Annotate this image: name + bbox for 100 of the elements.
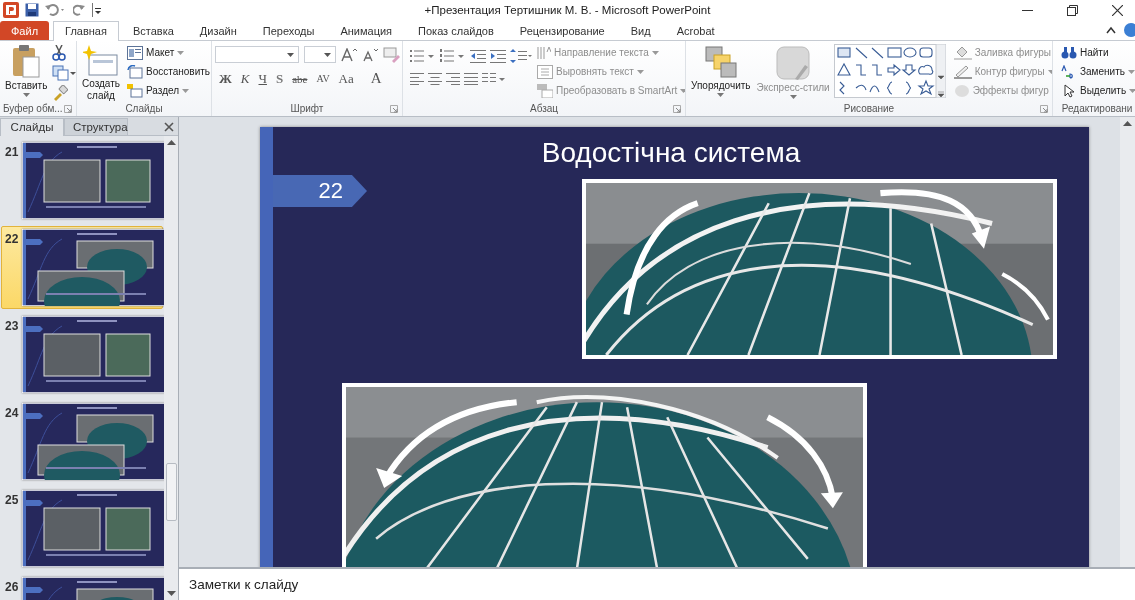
- reset-icon: [127, 64, 143, 79]
- align-center-icon[interactable]: [428, 73, 442, 85]
- format-button[interactable]: Ч: [254, 70, 271, 87]
- ribbon-tab[interactable]: Рецензирование: [507, 21, 617, 40]
- cursor-icon: [1061, 83, 1077, 98]
- ribbon-button[interactable]: Макет: [125, 44, 211, 61]
- numbering-icon[interactable]: [440, 49, 466, 63]
- restore-icon[interactable]: [1067, 4, 1078, 16]
- dialog-launcher-icon[interactable]: [390, 105, 398, 113]
- slide-thumbnail[interactable]: 24: [1, 400, 163, 483]
- slide-number: 21: [5, 144, 19, 159]
- ribbon-button[interactable]: Заменить: [1056, 63, 1135, 80]
- dialog-launcher-icon[interactable]: [64, 105, 72, 113]
- stacked-squares-icon: [703, 45, 738, 79]
- ribbon-tab[interactable]: Главная: [53, 21, 119, 41]
- scrollbar-thumb[interactable]: [165, 463, 177, 521]
- save-icon[interactable]: [25, 3, 39, 17]
- columns-icon[interactable]: [482, 73, 506, 85]
- caret-icon: [1127, 69, 1135, 74]
- ribbon-button[interactable]: Восстановить: [125, 63, 211, 80]
- customize-toolbar-icon[interactable]: [91, 3, 101, 17]
- font-name-field[interactable]: [215, 46, 299, 63]
- panel-tab[interactable]: Структура: [64, 118, 128, 135]
- ribbon-button[interactable]: Найти: [1056, 44, 1135, 61]
- format-button[interactable]: S: [271, 70, 288, 87]
- slide-thumbnail[interactable]: 25: [1, 487, 163, 570]
- format-button[interactable]: Ж: [215, 70, 236, 87]
- slide-thumbnail[interactable]: 23: [1, 313, 163, 396]
- format-button[interactable]: abe: [288, 72, 312, 85]
- group-label: Редактировани: [1061, 103, 1133, 114]
- group-label: Буфер обм...: [3, 103, 63, 114]
- font-size-field[interactable]: [304, 46, 336, 63]
- format-button[interactable]: К: [236, 70, 254, 87]
- clipboard-icon: [11, 45, 42, 79]
- caret-icon: [636, 69, 644, 74]
- align-left-icon[interactable]: [410, 73, 424, 85]
- undo-icon[interactable]: [45, 3, 67, 17]
- caret-icon: [789, 95, 797, 99]
- ribbon-tab[interactable]: Вид: [618, 21, 663, 40]
- shape-effects-icon: [953, 83, 970, 98]
- new-slide-icon: [83, 45, 119, 77]
- line-spacing-icon[interactable]: [510, 49, 532, 63]
- notes-placeholder: Заметки к слайду: [189, 577, 299, 592]
- increase-indent-icon[interactable]: [490, 49, 506, 63]
- format-painter-icon[interactable]: [52, 85, 69, 101]
- group-label: Рисование: [843, 103, 895, 114]
- scroll-up-icon[interactable]: [1123, 121, 1132, 126]
- slide-number: 26: [5, 579, 19, 594]
- ribbon-tab[interactable]: Файл: [0, 21, 50, 40]
- ribbon-tab[interactable]: Переходы: [250, 21, 327, 40]
- caret-icon: [717, 93, 725, 97]
- text-direction-icon: [537, 45, 551, 60]
- cut-icon[interactable]: [52, 45, 67, 61]
- format-button[interactable]: AV: [312, 73, 334, 84]
- panel-tab[interactable]: Слайды: [0, 118, 64, 136]
- ribbon-button[interactable]: Вставить: [3, 44, 50, 98]
- close-icon[interactable]: [1112, 4, 1123, 16]
- group-label: Шрифт: [290, 103, 324, 114]
- caret-icon: [324, 52, 331, 57]
- scroll-up-icon[interactable]: [166, 140, 176, 145]
- caret-icon: [287, 52, 294, 57]
- align-right-icon[interactable]: [446, 73, 460, 85]
- align-text-icon: [537, 64, 553, 79]
- rounded-square-icon: [775, 45, 812, 81]
- group-label: Слайды: [125, 103, 163, 114]
- copy-icon[interactable]: [52, 65, 76, 81]
- format-button[interactable]: Aa: [334, 70, 358, 87]
- scroll-down-icon[interactable]: [166, 591, 176, 596]
- slide-thumbnail[interactable]: 22: [1, 226, 163, 309]
- ribbon-tab[interactable]: Acrobat: [664, 21, 727, 40]
- shapes-gallery[interactable]: [833, 44, 946, 98]
- ribbon-button[interactable]: Выделить: [1056, 82, 1135, 99]
- shrink-font-icon[interactable]: [362, 47, 378, 62]
- smartart-icon: [537, 83, 553, 98]
- ribbon-tab[interactable]: Показ слайдов: [406, 21, 506, 40]
- slide-number: 23: [5, 318, 19, 333]
- dialog-launcher-icon[interactable]: [673, 105, 681, 113]
- collapse-ribbon-icon[interactable]: [1106, 26, 1116, 34]
- close-icon[interactable]: [164, 122, 174, 132]
- ribbon-tab[interactable]: Анимация: [328, 21, 405, 40]
- ribbon-button[interactable]: Создать слайд: [80, 44, 122, 101]
- dialog-launcher-icon[interactable]: [1040, 105, 1048, 113]
- ribbon-tab[interactable]: Дизайн: [187, 21, 249, 40]
- decrease-indent-icon[interactable]: [470, 49, 486, 63]
- redo-icon[interactable]: [73, 3, 85, 17]
- slide-title: Водостічна система: [541, 136, 801, 170]
- layout-icon: [127, 45, 143, 60]
- slide-thumbnail[interactable]: 21: [1, 139, 163, 222]
- grow-font-icon[interactable]: [341, 47, 357, 62]
- window-title: +Презентация Тертишник М. В. - Microsoft PowerPoint: [424, 4, 711, 16]
- slide-number-badge: 22: [273, 175, 367, 207]
- slide-thumbnail[interactable]: 26: [1, 574, 163, 600]
- ribbon-button[interactable]: Упорядочить: [689, 44, 753, 98]
- bullets-icon[interactable]: [410, 49, 436, 63]
- ribbon-tab[interactable]: Вставка: [120, 21, 186, 40]
- help-icon[interactable]: [1124, 23, 1135, 37]
- format-button[interactable]: A: [366, 70, 386, 87]
- justify-icon[interactable]: [464, 73, 478, 85]
- binoculars-icon: [1061, 45, 1077, 60]
- ribbon-button[interactable]: Раздел: [125, 82, 211, 99]
